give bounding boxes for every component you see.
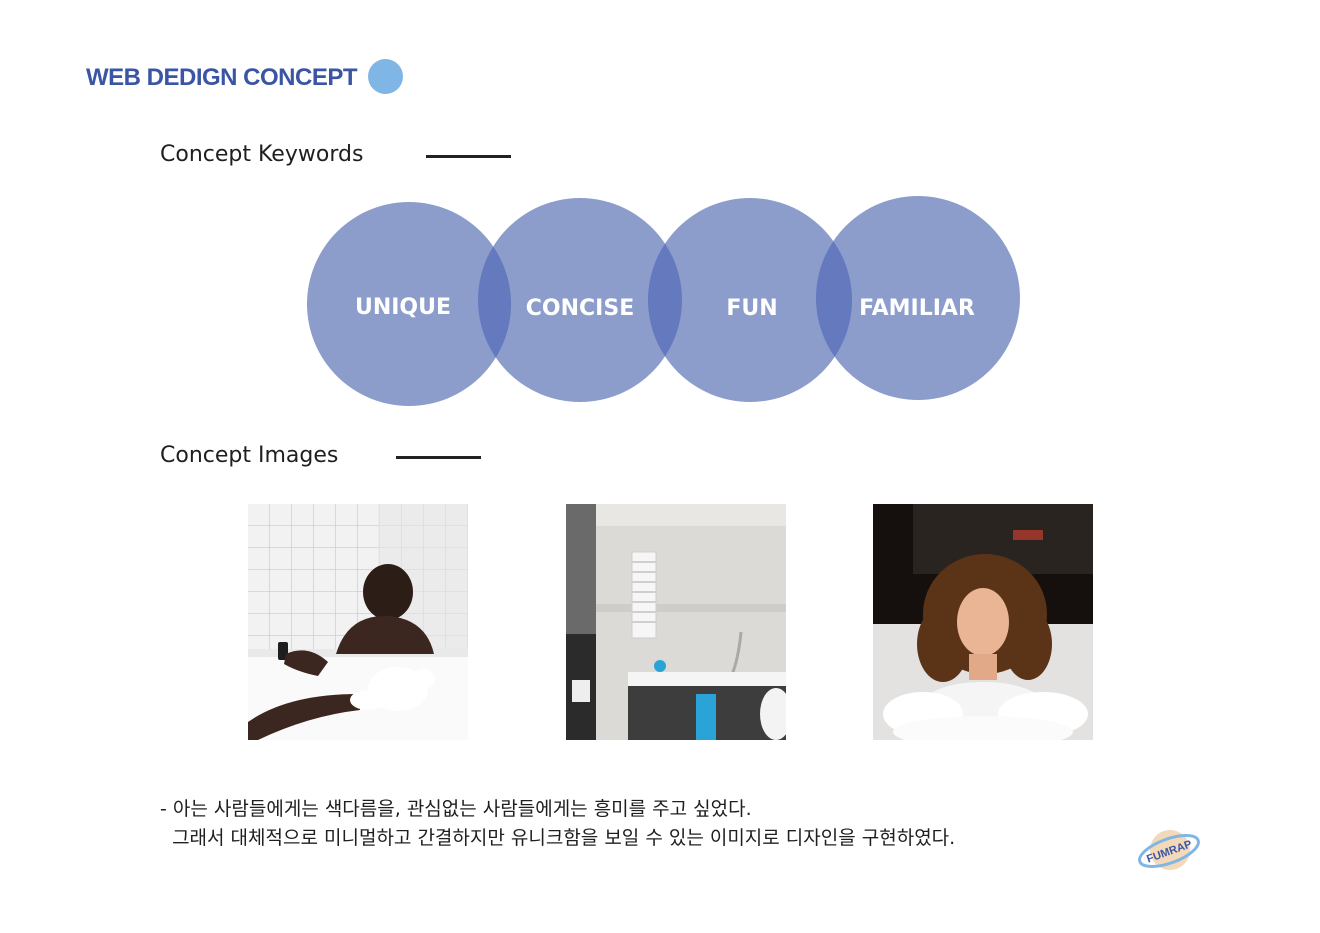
description-line-1: - 아는 사람들에게는 색다름을, 관심없는 사람들에게는 흥미를 주고 싶었다… [160, 798, 752, 820]
keyword-label-concise: CONCISE [526, 296, 634, 321]
page-title: WEB DEDIGN CONCEPT [86, 64, 358, 91]
keyword-label-familiar: FAMILIAR [859, 296, 975, 321]
keyword-label-unique: UNIQUE [355, 295, 451, 320]
concept-photo-man-bathtub [248, 504, 468, 740]
header-accent-dot [368, 59, 403, 94]
description-line-2: 그래서 대체적으로 미니멀하고 간결하지만 유니크함을 보일 수 있는 이미지로… [160, 827, 956, 849]
section-label-images: Concept Images [160, 443, 339, 468]
concept-description: - 아는 사람들에게는 색다름을, 관심없는 사람들에게는 흥미를 주고 싶었다… [160, 795, 955, 853]
section-divider-images [396, 456, 481, 459]
fumrap-logo: FUMRAP [1138, 830, 1200, 870]
section-divider-keywords [426, 155, 511, 158]
keyword-label-fun: FUN [726, 296, 777, 321]
concept-photo-woman-bath [873, 504, 1093, 740]
keyword-venn-diagram: UNIQUE CONCISE FUN FAMILIAR [307, 196, 1020, 406]
concept-photo-bathroom [566, 504, 786, 740]
section-label-keywords: Concept Keywords [160, 142, 364, 167]
